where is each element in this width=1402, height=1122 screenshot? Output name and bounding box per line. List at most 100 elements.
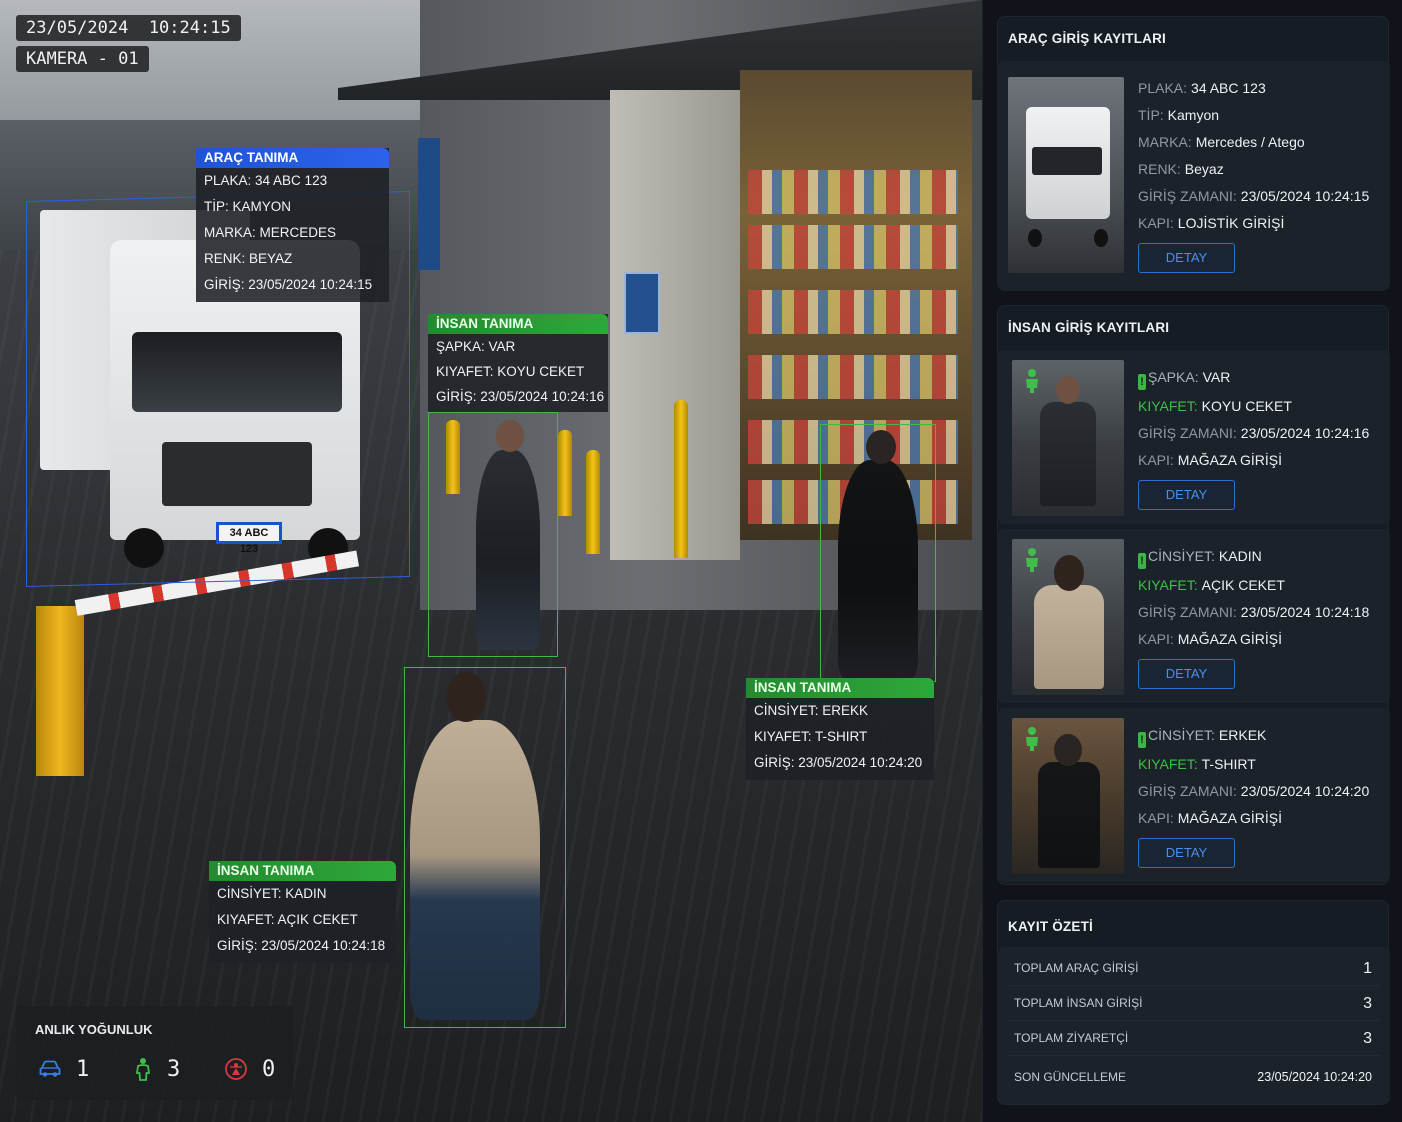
- thumbnail-person-body: [1040, 402, 1096, 506]
- label-row: MARKA: MERCEDES: [204, 225, 337, 240]
- field-value: AÇIK CEKET: [1201, 577, 1285, 593]
- field-value: MAĞAZA GİRİŞİ: [1177, 631, 1283, 647]
- field-value: KADIN: [1218, 548, 1262, 564]
- label-row: GİRİŞ: 23/05/2024 10:24:20: [754, 755, 923, 770]
- shelf-products: [748, 225, 958, 269]
- thumbnail-wheel: [1028, 229, 1042, 247]
- summary-row: TOPLAM İNSAN GİRİŞİ 3: [1008, 986, 1380, 1021]
- live-density-panel: ANLIK YOĞUNLUK 1 3 0: [16, 1006, 293, 1100]
- person-tag-icon: [1026, 548, 1038, 572]
- field-key: GİRİŞ ZAMANI:: [1138, 425, 1237, 441]
- field-value: 23/05/2024 10:24:16: [1240, 425, 1370, 441]
- people-log-title: İNSAN GİRİŞ KAYITLARI: [1008, 320, 1170, 335]
- timestamp-overlay: 23/05/2024 10:24:15: [16, 15, 241, 41]
- field-value: 23/05/2024 10:24:18: [1240, 604, 1370, 620]
- field-value: Mercedes / Atego: [1195, 134, 1305, 150]
- vehicle-entry[interactable]: PLAKA: 34 ABC 123 TİP: Kamyon MARKA: Merced…: [998, 61, 1390, 290]
- summary-card: KAYIT ÖZETİ TOPLAM ARAÇ GİRİŞİ 1 TOPLAM İ…: [997, 900, 1390, 1105]
- summary-key: TOPLAM ARAÇ GİRİŞİ: [1014, 961, 1139, 975]
- people-field-1: ! ŞAPKA: VAR: [1138, 364, 1230, 391]
- field-value: VAR: [1202, 369, 1231, 385]
- depot-entrance-sign: [624, 272, 660, 334]
- person-detection-box[interactable]: [820, 424, 936, 682]
- shelf-products: [748, 170, 958, 214]
- vehicle-field-type: TİP: Kamyon: [1138, 102, 1219, 129]
- thumbnail-person-body: [1038, 762, 1100, 868]
- label-row: KIYAFET: T-SHIRT: [754, 729, 868, 744]
- field-key: MARKA:: [1138, 134, 1192, 150]
- status-marker-icon: !: [1138, 374, 1146, 390]
- shelf-products: [748, 290, 958, 334]
- label-row: CİNSİYET: EREKK: [754, 703, 869, 718]
- people-entry[interactable]: ! ŞAPKA: VAR KIYAFET: KOYU CEKET GİRİŞ ZAMA…: [998, 350, 1390, 524]
- field-key: GİRİŞ ZAMANI:: [1138, 783, 1237, 799]
- field-key: TİP:: [1138, 107, 1164, 123]
- yellow-bollard: [674, 400, 688, 558]
- field-value: 23/05/2024 10:24:20: [1240, 783, 1370, 799]
- person-recognition-label: İNSAN TANIMA ŞAPKA: VAR KIYAFET: KOYU CE…: [428, 314, 608, 412]
- vehicle-thumbnail[interactable]: [1008, 77, 1124, 273]
- label-row: GİRİŞ: 23/05/2024 10:24:15: [204, 277, 373, 292]
- field-value: MAĞAZA GİRİŞİ: [1177, 810, 1283, 826]
- person-detection-box[interactable]: [404, 667, 566, 1028]
- field-key: CİNSİYET:: [1148, 548, 1215, 564]
- thumbnail-windshield: [1032, 147, 1102, 175]
- person-detection-box[interactable]: [428, 412, 558, 657]
- summary-value: 3: [1363, 1030, 1372, 1047]
- people-field-4: KAPI: MAĞAZA GİRİŞİ: [1138, 805, 1282, 832]
- field-value: 34 ABC 123: [1191, 80, 1266, 96]
- label-row: RENK: BEYAZ: [204, 251, 293, 266]
- wall-sign: [418, 138, 440, 270]
- field-key: PLAKA:: [1138, 80, 1188, 96]
- person-thumbnail[interactable]: [1012, 539, 1124, 695]
- people-entry[interactable]: ! CİNSİYET: KADIN KIYAFET: AÇIK CEKET GİRİŞ…: [998, 529, 1390, 703]
- summary-key: SON GÜNCELLEME: [1014, 1070, 1127, 1084]
- summary-value: 23/05/2024 10:24:20: [1257, 1070, 1372, 1084]
- label-row: CİNSİYET: KADIN: [217, 886, 327, 901]
- field-key: KAPI:: [1138, 215, 1174, 231]
- vehicle-field-brand: MARKA: Mercedes / Atego: [1138, 129, 1305, 156]
- label-row: GİRİŞ: 23/05/2024 10:24:18: [217, 938, 386, 953]
- field-value: Beyaz: [1184, 161, 1224, 177]
- vehicle-field-entry-time: GİRİŞ ZAMANI: 23/05/2024 10:24:15: [1138, 183, 1369, 210]
- thumbnail-wheel: [1094, 229, 1108, 247]
- summary-value: 3: [1363, 995, 1372, 1012]
- field-value: Kamyon: [1167, 107, 1220, 123]
- density-alerts: 0: [224, 1054, 275, 1084]
- field-key: KAPI:: [1138, 810, 1174, 826]
- label-title: ARAÇ TANIMA: [196, 148, 389, 168]
- people-entry[interactable]: ! CİNSİYET: ERKEK KIYAFET: T-SHIRT GİRİŞ ZA…: [998, 708, 1390, 882]
- people-field-4: KAPI: MAĞAZA GİRİŞİ: [1138, 626, 1282, 653]
- field-key: KIYAFET:: [1138, 756, 1198, 772]
- people-field-1: ! CİNSİYET: KADIN: [1138, 543, 1262, 570]
- person-detail-button[interactable]: DETAY: [1138, 659, 1235, 689]
- field-key: RENK:: [1138, 161, 1181, 177]
- field-key: GİRİŞ ZAMANI:: [1138, 188, 1237, 204]
- summary-title: KAYIT ÖZETİ: [1008, 919, 1093, 934]
- density-vehicle-count: 1: [76, 1056, 90, 1082]
- people-log-card: İNSAN GİRİŞ KAYITLARI ! ŞAPKA: VAR KIYAFET…: [997, 305, 1390, 885]
- person-thumbnail[interactable]: [1012, 360, 1124, 516]
- density-alert-count: 0: [262, 1056, 276, 1082]
- summary-table: TOPLAM ARAÇ GİRİŞİ 1 TOPLAM İNSAN GİRİŞİ 3…: [998, 947, 1390, 1104]
- person-icon: [135, 1058, 151, 1081]
- field-value: LOJİSTİK GİRİŞİ: [1177, 215, 1285, 231]
- vehicle-detail-button[interactable]: DETAY: [1138, 243, 1235, 273]
- vehicle-log-card: ARAÇ GİRİŞ KAYITLARI PLAKA: 34 ABC 123 Tİ…: [997, 16, 1390, 291]
- people-field-2: KIYAFET: KOYU CEKET: [1138, 393, 1292, 420]
- vehicle-log-title: ARAÇ GİRİŞ KAYITLARI: [1008, 31, 1167, 46]
- camera-feed[interactable]: 34 ABC 123 ARAÇ TANIMA PLAKA: 34 ABC 123…: [0, 0, 982, 1122]
- summary-row: SON GÜNCELLEME 23/05/2024 10:24:20: [1008, 1060, 1380, 1095]
- alert-person-icon: [225, 1058, 247, 1080]
- summary-row: TOPLAM ARAÇ GİRİŞİ 1: [1008, 951, 1380, 986]
- vehicle-recognition-label: ARAÇ TANIMA PLAKA: 34 ABC 123 TİP: KAMYO…: [196, 148, 389, 302]
- person-detail-button[interactable]: DETAY: [1138, 838, 1235, 868]
- barrier-post: [36, 606, 84, 776]
- person-thumbnail[interactable]: [1012, 718, 1124, 874]
- camera-id-overlay: KAMERA - 01: [16, 46, 149, 72]
- label-row: GİRİŞ: 23/05/2024 10:24:16: [436, 389, 605, 404]
- person-detail-button[interactable]: DETAY: [1138, 480, 1235, 510]
- person-tag-icon: [1026, 369, 1038, 393]
- label-row: KIYAFET: AÇIK CEKET: [217, 912, 358, 927]
- person-recognition-label: İNSAN TANIMA CİNSİYET: EREKK KIYAFET: T-…: [746, 678, 934, 780]
